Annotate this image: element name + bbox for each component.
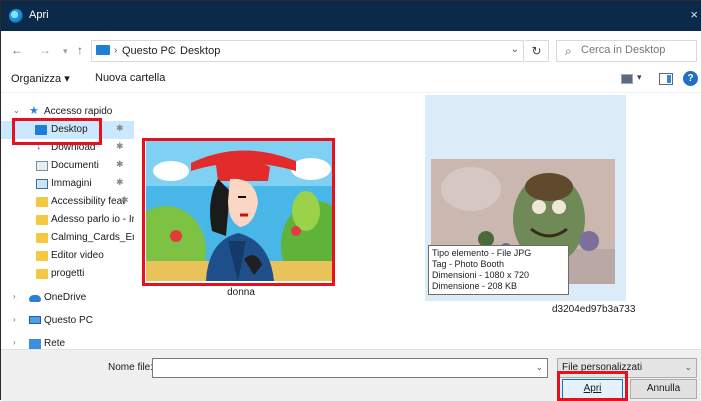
folder-icon [36,197,48,207]
sidebar-item-onedrive[interactable]: › OneDrive [1,289,134,307]
address-bar[interactable]: › Questo PC › Desktop ⌄ [91,40,524,62]
sidebar-item-label: Immagini [51,178,92,189]
image-icon [36,179,48,189]
sidebar-item-label: Adesso parlo io - In [51,214,134,225]
edge-app-icon [9,9,23,23]
pin-icon: ✱ [121,195,129,205]
address-dropdown-chevron-icon[interactable]: ⌄ [511,44,519,55]
pc-icon [29,316,41,324]
sidebar-item-label: Accesso rapido [44,106,113,117]
file-name-donna: donna [227,287,255,298]
tooltip-type: Tipo elemento - File JPG [432,248,532,258]
sidebar-item-label: Questo PC [44,315,93,326]
forward-arrow-icon[interactable]: → [39,43,51,57]
tooltip-dimensions: Dimensioni - 1080 x 720 [432,270,530,280]
highlight-desktop-annotation [12,118,102,145]
folder-icon [36,251,48,261]
expand-chevron-icon[interactable]: › [13,315,16,324]
sidebar-item-label: Editor video [51,250,104,261]
filename-dropdown-chevron-icon[interactable]: ⌄ [535,362,543,373]
tooltip-size: Dimensione - 208 KB [432,281,518,291]
address-row: ← → ▾ ↑ › Questo PC › Desktop ⌄ ↻ ⌕ [1,31,701,67]
file-info-tooltip: Tipo elemento - File JPG Tag - Photo Boo… [428,245,569,295]
sidebar-item-accessibility[interactable]: Accessibility feat ✱ [1,193,134,211]
tooltip-tag: Tag - Photo Booth [432,259,505,269]
sidebar-item-label: Rete [44,338,66,349]
change-view-icon[interactable] [621,74,633,84]
sidebar-item-label: OneDrive [44,292,87,303]
filetype-dropdown-chevron-icon: ⌄ [684,362,692,372]
sidebar-item-editor-video[interactable]: Editor video [1,247,134,265]
cloud-icon [29,295,41,302]
command-bar: Organizza ▾ Nuova cartella ▾ ? [1,67,701,93]
title-bar: Apri × [1,1,701,31]
pin-icon: ✱ [116,159,124,169]
view-options-chevron-icon[interactable]: ▾ [637,72,642,83]
folder-icon [36,269,48,279]
new-folder-button[interactable]: Nuova cartella [95,72,165,84]
sidebar-item-label: Calming_Cards_Eng [51,232,134,243]
filename-label: Nome file: [108,362,154,373]
breadcrumb-separator: › [114,45,118,56]
sidebar-item-label: Documenti [51,160,99,171]
breadcrumb-questo-pc[interactable]: Questo PC [122,45,176,57]
file-name-photo-booth: d3204ed97b3a733 [552,304,636,315]
cancel-button[interactable]: Annulla [630,379,697,399]
pin-icon: ✱ [116,177,124,187]
sidebar-item-calming-cards[interactable]: Calming_Cards_Eng [1,229,134,247]
sidebar-item-adesso-parlo-io[interactable]: Adesso parlo io - In [1,211,134,229]
expand-chevron-icon[interactable]: › [13,292,16,301]
highlight-open-annotation [557,371,628,401]
computer-icon [96,45,110,55]
sidebar-item-label: Accessibility feat [51,196,125,207]
refresh-button[interactable]: ↻ [525,40,549,62]
expand-chevron-icon[interactable]: ⌄ [13,106,20,115]
dialog-title: Apri [29,9,49,21]
pin-icon: ✱ [116,141,124,151]
open-file-dialog: Apri × ← → ▾ ↑ › Questo PC › Desktop ⌄ ↻… [0,0,701,401]
sidebar-item-label: progetti [51,268,85,279]
search-box[interactable]: ⌕ [556,40,697,62]
breadcrumb-desktop[interactable]: Desktop [180,45,220,57]
search-input[interactable] [581,44,691,56]
folder-icon [36,215,48,225]
close-icon[interactable]: × [690,7,698,22]
filename-input[interactable]: ⌄ [152,358,548,378]
preview-pane-icon[interactable] [659,73,673,85]
search-icon: ⌕ [565,44,572,58]
pin-icon: ✱ [116,123,124,133]
sidebar-item-progetti[interactable]: progetti [1,265,134,283]
breadcrumb-separator: › [170,45,174,56]
sidebar-item-questo-pc[interactable]: › Questo PC [1,312,134,330]
folder-icon [36,233,48,243]
organize-menu[interactable]: Organizza ▾ [11,72,70,85]
network-icon [29,339,41,349]
highlight-donna-annotation [142,138,335,286]
back-arrow-icon[interactable]: ← [11,43,23,57]
expand-chevron-icon[interactable]: › [13,338,16,347]
sidebar-item-immagini[interactable]: Immagini ✱ [1,175,134,193]
sidebar-item-documenti[interactable]: Documenti ✱ [1,157,134,175]
up-arrow-icon[interactable]: ↑ [77,43,83,57]
document-icon [36,161,48,171]
recent-locations-chevron-icon[interactable]: ▾ [63,46,68,57]
help-icon[interactable]: ? [683,71,698,86]
star-icon: ★ [29,105,39,117]
